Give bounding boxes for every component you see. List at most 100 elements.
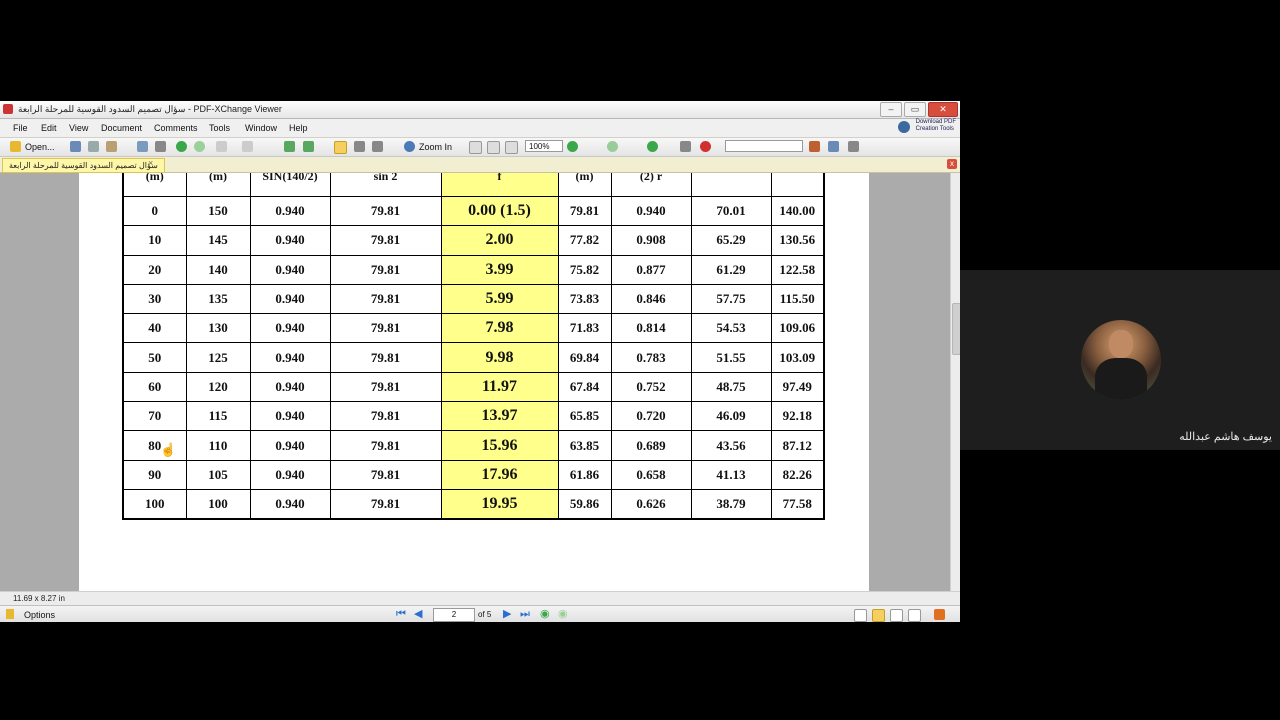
- table-cell: 61.86: [557, 459, 612, 490]
- table-cell: 0.940: [249, 195, 331, 227]
- table-cell: 2.00: [440, 225, 559, 256]
- menu-comments[interactable]: Comments: [154, 123, 198, 133]
- zoom-level-select[interactable]: 100%: [525, 140, 563, 152]
- print-icon[interactable]: [88, 141, 99, 152]
- table-row: 20 140 0.940 79.81 3.99 75.82 0.877 61.29 122.58: [122, 254, 825, 285]
- highlight-icon[interactable]: [700, 141, 711, 152]
- menu-view[interactable]: View: [69, 123, 88, 133]
- rotate-right-icon[interactable]: [303, 141, 314, 152]
- menu-edit[interactable]: Edit: [41, 123, 57, 133]
- snapshot-icon[interactable]: [372, 141, 383, 152]
- menu-window[interactable]: Window: [245, 123, 277, 133]
- table-row: 50 125 0.940 79.81 9.98 69.84 0.783 51.55 103.09: [122, 342, 825, 373]
- next-page-icon[interactable]: ▶: [503, 609, 511, 620]
- menu-help[interactable]: Help: [289, 123, 308, 133]
- open-button[interactable]: Open...: [25, 142, 55, 155]
- facing-icon[interactable]: [890, 609, 903, 622]
- prev-page-icon[interactable]: ◀: [414, 609, 422, 620]
- forward-view-icon[interactable]: ◉: [558, 609, 568, 620]
- zoom-in-icon[interactable]: [404, 141, 415, 152]
- header-cell: (m): [185, 173, 251, 197]
- table-cell: 20: [122, 254, 187, 285]
- minimize-button[interactable]: ‒: [880, 102, 902, 117]
- table-cell: 13.97: [440, 401, 559, 432]
- zoom-slider-icon[interactable]: [607, 141, 618, 152]
- table-cell: 65.29: [690, 225, 772, 256]
- forward-icon[interactable]: [194, 141, 205, 152]
- select-text-icon[interactable]: [354, 141, 365, 152]
- table-cell: 19.95: [440, 488, 559, 520]
- table-cell: 0.940: [249, 430, 331, 461]
- table-cell: 3.99: [440, 254, 559, 285]
- fit-width-icon[interactable]: [505, 141, 518, 154]
- options-button[interactable]: Options: [24, 610, 55, 620]
- table-row: 30 135 0.940 79.81 5.99 73.83 0.846 57.75 115.50: [122, 283, 825, 315]
- save-icon[interactable]: [70, 141, 81, 152]
- download-pdf-tools-button[interactable]: Download PDF Creation Tools: [897, 119, 956, 137]
- rotate-left-icon[interactable]: [284, 141, 295, 152]
- page-number-input[interactable]: 2: [433, 608, 475, 622]
- back-icon[interactable]: [176, 141, 187, 152]
- table-cell: 0.940: [610, 195, 692, 227]
- tab-close-icon[interactable]: ×: [148, 158, 153, 168]
- find-icon[interactable]: [809, 141, 820, 152]
- table-row: 90 105 0.940 79.81 17.96 61.86 0.658 41.13 82.26: [122, 459, 825, 490]
- vertical-scrollbar[interactable]: [950, 173, 960, 591]
- table-cell: 100: [185, 488, 251, 520]
- settings-icon[interactable]: [934, 609, 945, 620]
- scan-icon[interactable]: [137, 141, 148, 152]
- email-icon[interactable]: [106, 141, 117, 152]
- fit-page-icon[interactable]: [487, 141, 500, 154]
- open-folder-icon[interactable]: [10, 141, 21, 152]
- properties-icon[interactable]: [155, 141, 166, 152]
- attach-icon[interactable]: [680, 141, 691, 152]
- close-document-icon[interactable]: x: [947, 159, 957, 169]
- table-cell: 122.58: [770, 254, 825, 285]
- last-page-icon[interactable]: ⏭: [520, 609, 530, 620]
- header-cell: sin 2: [329, 173, 442, 197]
- table-cell: 0.908: [610, 225, 692, 256]
- close-button[interactable]: ✕: [928, 102, 958, 117]
- table-cell: 79.81: [329, 488, 442, 520]
- add-icon[interactable]: [647, 141, 658, 152]
- menu-tools[interactable]: Tools: [209, 123, 230, 133]
- undo-icon[interactable]: [216, 141, 227, 152]
- table-cell: 0.877: [610, 254, 692, 285]
- table-cell: 30: [122, 283, 187, 315]
- table-cell: 59.86: [557, 488, 612, 520]
- first-page-icon[interactable]: ⏮: [396, 609, 406, 620]
- single-page-icon[interactable]: [854, 609, 867, 622]
- actual-size-icon[interactable]: [469, 141, 482, 154]
- facing-continuous-icon[interactable]: [908, 609, 921, 622]
- hand-tool-icon[interactable]: [334, 141, 347, 154]
- tools-icon[interactable]: [848, 141, 859, 152]
- back-view-icon[interactable]: ◉: [540, 609, 550, 620]
- table-cell: 61.29: [690, 254, 772, 285]
- table-cell: 60: [122, 371, 187, 403]
- table-cell: 0.689: [610, 430, 692, 461]
- table-cell: 79.81: [329, 430, 442, 461]
- document-tab[interactable]: سؤال تصميم السدود القوسية للمرحلة الرابع…: [2, 158, 165, 173]
- table-cell: 73.83: [557, 283, 612, 315]
- maximize-button[interactable]: ▭: [904, 102, 926, 117]
- table-cell: 57.75: [690, 283, 772, 315]
- table-cell: 17.96: [440, 459, 559, 490]
- redo-icon[interactable]: [242, 141, 253, 152]
- menu-file[interactable]: File: [13, 123, 28, 133]
- search-input[interactable]: [725, 140, 803, 152]
- table-cell: 0.814: [610, 313, 692, 344]
- search-options-icon[interactable]: [828, 141, 839, 152]
- table-cell: 79.81: [329, 225, 442, 256]
- table-cell: 41.13: [690, 459, 772, 490]
- menu-document[interactable]: Document: [101, 123, 142, 133]
- table-cell: 120: [185, 371, 251, 403]
- zoom-out-icon[interactable]: [567, 141, 578, 152]
- page-count: of 5: [478, 610, 492, 619]
- zoom-in-button[interactable]: Zoom In: [419, 142, 452, 155]
- table-cell: 0.940: [249, 225, 331, 256]
- continuous-icon[interactable]: [872, 609, 885, 622]
- table-cell: 46.09: [690, 401, 772, 432]
- scroll-thumb[interactable]: [952, 303, 960, 355]
- document-viewport[interactable]: (m) (m) SIN(140/2) sin 2 f (m) (2) r 0 150 0.940 7…: [0, 173, 950, 591]
- table-cell: 115.50: [770, 283, 825, 315]
